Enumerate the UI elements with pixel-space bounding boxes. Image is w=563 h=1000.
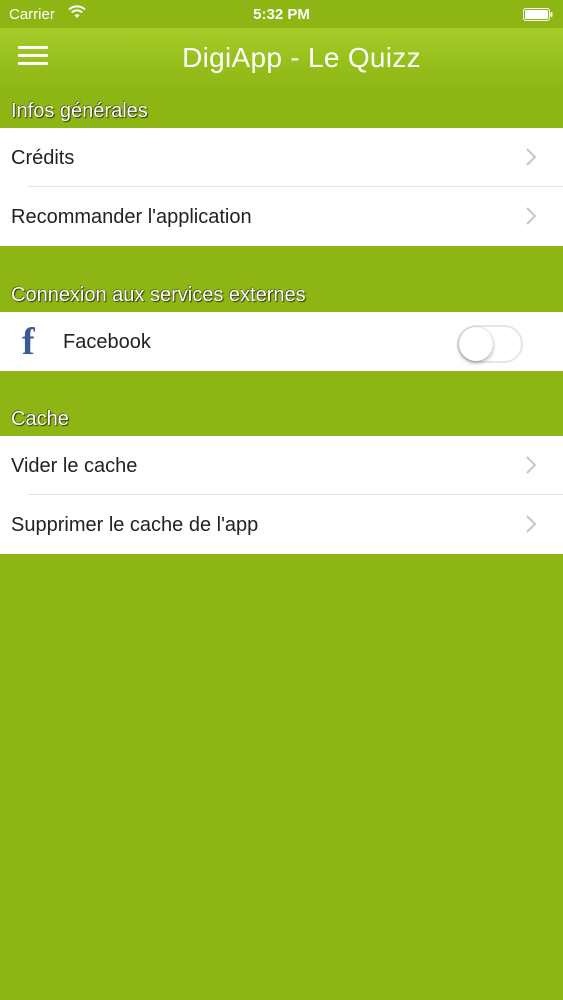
page-title: DigiApp - Le Quizz xyxy=(182,42,421,73)
clock: 5:32 PM xyxy=(253,6,310,23)
hamburger-menu-icon[interactable] xyxy=(18,44,48,68)
section-header-general: Infos générales xyxy=(11,100,148,122)
facebook-label: Facebook xyxy=(63,331,151,353)
delete-app-cache-row[interactable]: Supprimer le cache de l'app xyxy=(0,495,563,554)
facebook-icon: f xyxy=(22,321,35,363)
section-header-external: Connexion aux services externes xyxy=(11,284,306,306)
chevron-right-icon xyxy=(526,148,537,166)
chevron-right-icon xyxy=(526,515,537,533)
recommend-app-row[interactable]: Recommander l'application xyxy=(0,187,563,246)
general-group: Crédits Recommander l'application xyxy=(0,128,563,246)
chevron-right-icon xyxy=(526,456,537,474)
delete-app-cache-label: Supprimer le cache de l'app xyxy=(11,514,259,536)
clear-cache-label: Vider le cache xyxy=(11,455,138,477)
credits-label: Crédits xyxy=(11,147,75,169)
recommend-app-label: Recommander l'application xyxy=(11,206,252,228)
section-header-cache: Cache xyxy=(11,408,69,430)
facebook-toggle[interactable] xyxy=(457,325,523,363)
cache-group: Vider le cache Supprimer le cache de l'a… xyxy=(0,436,563,554)
clear-cache-row[interactable]: Vider le cache xyxy=(0,436,563,495)
facebook-row: f Facebook xyxy=(0,312,563,371)
external-group: f Facebook xyxy=(0,312,563,371)
credits-row[interactable]: Crédits xyxy=(0,128,563,187)
chevron-right-icon xyxy=(526,207,537,225)
toggle-knob xyxy=(459,327,493,361)
nav-bar: DigiApp - Le Quizz xyxy=(0,28,563,92)
status-bar: Carrier 5:32 PM xyxy=(0,0,563,28)
battery-icon xyxy=(523,8,553,21)
